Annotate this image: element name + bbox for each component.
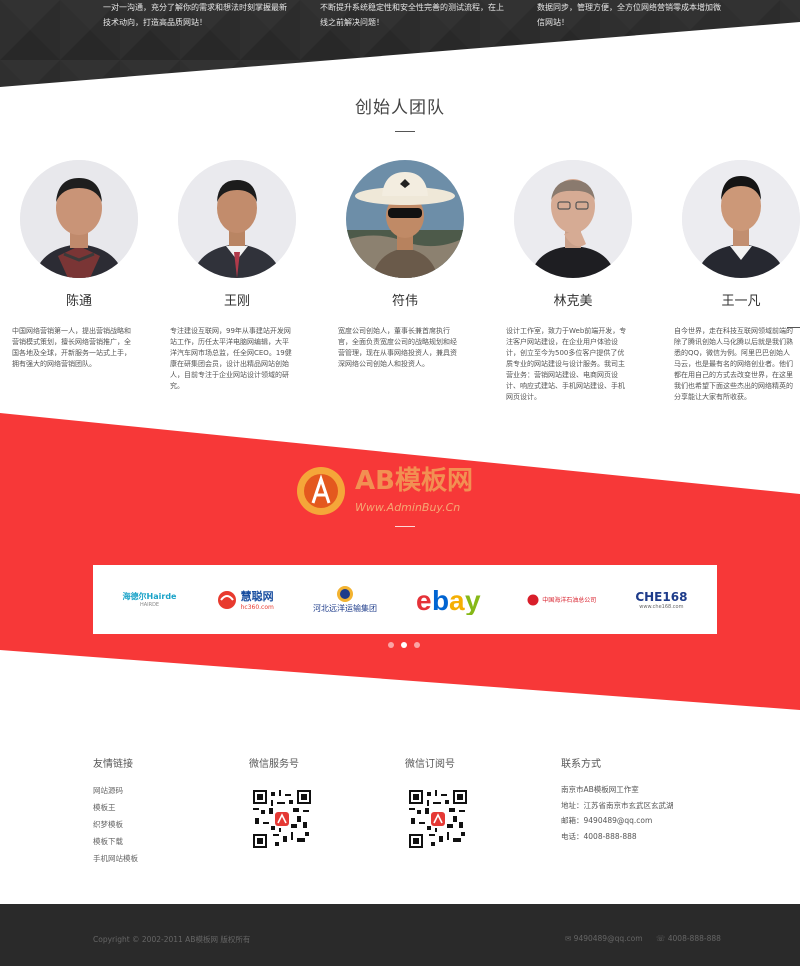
wechat-service-qr-code <box>253 790 311 848</box>
footer-link[interactable]: 模板王 <box>93 799 243 816</box>
feature-text-3: 数据同步，管理方便，全方位网络营销零成本增加微信网站！ <box>537 3 721 27</box>
member-name: 符伟 <box>391 294 418 309</box>
contact-title: 联系方式 <box>561 759 601 770</box>
footer-links-title: 友情链接 <box>93 759 133 770</box>
member-bio: 设计工作室，致力于Web前端开发，专注客户网站建设，在企业用户体验设计，创立至今… <box>506 327 627 401</box>
avatar <box>346 160 464 278</box>
bottom-email-text: 9490489@qq.com <box>573 934 643 943</box>
section-title-team: 创始人团队 <box>355 98 445 118</box>
wechat-subscription-qr-code <box>409 790 467 848</box>
title-underline <box>395 131 415 132</box>
bottom-phone-text: 4008-888-888 <box>667 934 721 943</box>
feature-text-1: 一对一沟通，充分了解你的需求和想法时刻掌握最新技术动向，打造高品质网站！ <box>103 3 287 27</box>
bottom-phone: ☏ 4008-888-888 <box>656 934 721 943</box>
member-name: 王刚 <box>223 294 250 309</box>
partner-logo-ebay[interactable]: e b a y <box>416 575 488 625</box>
partner-name: 海德尔Hairde <box>122 592 177 601</box>
contact-address: 地址：江苏省南京市玄武区玄武湖 <box>561 800 674 810</box>
partner-sub: HAIRDE <box>139 602 160 608</box>
avatar <box>514 160 632 278</box>
partners-underline <box>395 526 415 527</box>
carousel-dot[interactable] <box>414 642 420 648</box>
copyright-text: Copyright © 2002-2011 AB模板网 版权所有 <box>93 935 251 944</box>
partner-logo-cosco-hebei[interactable]: 河北远洋运输集团 <box>313 575 377 625</box>
member-name: 王一凡 <box>721 294 761 309</box>
member-bio: 自今世界，走在科技互联网领域前端的除了腾讯创始人马化腾以后就是我们熟悉的QQ，微… <box>674 327 793 401</box>
svg-text:e: e <box>416 585 432 615</box>
watermark-main: AB模板网 <box>355 466 473 496</box>
footer-wechat-subscription: 微信订阅号 <box>405 755 555 852</box>
footer-wechat-service: 微信服务号 <box>249 755 399 852</box>
partner-name: 河北远洋运输集团 <box>312 604 377 613</box>
wechat-service-title: 微信服务号 <box>249 759 299 770</box>
member-name: 林克美 <box>553 294 593 309</box>
wechat-sub-title: 微信订阅号 <box>405 759 455 770</box>
partner-logo-hc360[interactable]: 慧聪网 hc360.com <box>216 575 274 625</box>
phone-icon: ☏ <box>656 934 668 943</box>
svg-text:b: b <box>432 585 449 615</box>
footer-link[interactable]: 织梦模板 <box>93 816 243 833</box>
carousel-pagination <box>388 642 420 648</box>
contact-phone: 电话：4008-888-888 <box>561 831 637 841</box>
partner-sub: hc360.com <box>240 604 274 611</box>
footer-link[interactable]: 网站源码 <box>93 782 243 799</box>
partner-logo-che168[interactable]: CHE168 www.che168.com <box>635 575 687 625</box>
partner-logo-cnooc[interactable]: 中国海洋石油总公司 <box>527 575 596 625</box>
member-name: 陈通 <box>65 294 92 309</box>
footer-contact: 联系方式 南京市AB模板网工作室 地址：江苏省南京市玄武区玄武湖 邮箱：9490… <box>561 755 741 844</box>
anchor-emblem-icon <box>336 586 353 602</box>
cnooc-emblem-icon <box>527 594 539 605</box>
footer-link[interactable]: 手机网站模板 <box>93 850 243 867</box>
footer-bottom-bar: Copyright © 2002-2011 AB模板网 版权所有 ✉ 94904… <box>0 904 800 966</box>
member-bio: 专注建设互联网，99年从事建站开发网站工作，历任太平洋电脑网编辑，大平洋汽车网市… <box>170 327 292 390</box>
feature-text-2: 不断提升系统稳定性和安全性完善的测试流程，在上线之前解决问题！ <box>320 3 504 27</box>
scroll-indicator <box>787 327 800 328</box>
ebay-wordmark: e b a y <box>416 585 481 615</box>
mail-icon: ✉ <box>565 934 574 943</box>
partner-name: CHE168 <box>635 589 688 604</box>
footer-link[interactable]: 模板下载 <box>93 833 243 850</box>
contact-company: 南京市AB模板网工作室 <box>561 785 639 794</box>
member-bio: 宽度公司创始人，董事长兼首席执行官，全面负责宽度公司的战略规划和经营管理，现在从… <box>338 327 457 368</box>
partner-logo-hairde[interactable]: 海德尔Hairde HAIRDE <box>123 575 177 625</box>
hc360-swirl-icon <box>217 590 236 609</box>
svg-text:a: a <box>449 585 465 615</box>
watermark-sub: Www.AdminBuy.Cn <box>355 501 460 514</box>
partner-logos-carousel[interactable]: 海德尔Hairde HAIRDE 慧聪网 hc360.com 河北远洋运输集团 … <box>93 565 717 634</box>
avatar <box>20 160 138 278</box>
avatar <box>178 160 296 278</box>
partner-name: 中国海洋石油总公司 <box>542 597 597 604</box>
member-bio: 中国网络营销第一人，提出营销战略和营销模式策划，擅长网络营销推广，全国各地及全球… <box>12 327 131 368</box>
footer-links: 友情链接 网站源码 模板王 织梦模板 模板下载 手机网站模板 <box>93 755 243 867</box>
svg-text:y: y <box>465 585 481 615</box>
contact-email[interactable]: 邮箱：9490489@qq.com <box>561 813 741 829</box>
ab-logo-watermark: AB模板网 Www.AdminBuy.Cn <box>297 466 473 515</box>
bottom-email[interactable]: ✉ 9490489@qq.com <box>565 934 643 943</box>
features-banner: 一对一沟通，充分了解你的需求和想法时刻掌握最新技术动向，打造高品质网站！ 不断提… <box>0 0 800 90</box>
partner-name: 慧聪网 <box>240 590 274 603</box>
avatar <box>682 160 800 278</box>
carousel-dot-active[interactable] <box>401 642 407 648</box>
partner-sub: www.che168.com <box>639 603 684 610</box>
carousel-dot[interactable] <box>388 642 394 648</box>
